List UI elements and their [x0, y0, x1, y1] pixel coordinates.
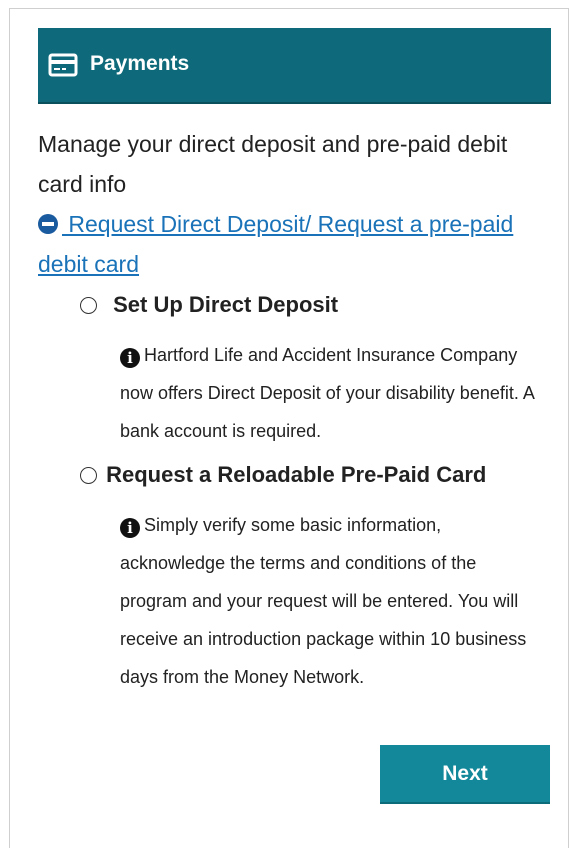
radio-direct-deposit[interactable]: [80, 297, 97, 314]
payments-header: Payments: [38, 28, 551, 104]
minus-circle-icon[interactable]: [38, 214, 58, 234]
credit-card-icon: [48, 53, 78, 77]
option-prepaid-card[interactable]: Request a Reloadable Pre-Paid Card: [80, 460, 486, 490]
info-circle-icon: i: [120, 348, 140, 368]
direct-deposit-info-text: Hartford Life and Accident Insurance Com…: [120, 345, 534, 441]
direct-deposit-info: i Hartford Life and Accident Insurance Co…: [120, 336, 540, 450]
prepaid-card-info-text: Simply verify some basic information, ac…: [120, 515, 527, 687]
radio-prepaid-card[interactable]: [80, 467, 97, 484]
prepaid-card-info: i Simply verify some basic information, a…: [120, 506, 540, 696]
request-toggle-link[interactable]: Request Direct Deposit/ Request a pre-pa…: [38, 211, 513, 277]
intro-text: Manage your direct deposit and pre-paid …: [38, 131, 508, 197]
request-toggle[interactable]: Request Direct Deposit/ Request a pre-pa…: [38, 204, 538, 284]
next-button[interactable]: Next: [380, 745, 550, 804]
option-direct-deposit-label[interactable]: Set Up Direct Deposit: [113, 292, 338, 317]
info-circle-icon: i: [120, 518, 140, 538]
option-direct-deposit[interactable]: Set Up Direct Deposit: [80, 290, 338, 320]
payments-title: Payments: [90, 52, 190, 75]
option-prepaid-card-label[interactable]: Request a Reloadable Pre-Paid Card: [106, 462, 486, 487]
